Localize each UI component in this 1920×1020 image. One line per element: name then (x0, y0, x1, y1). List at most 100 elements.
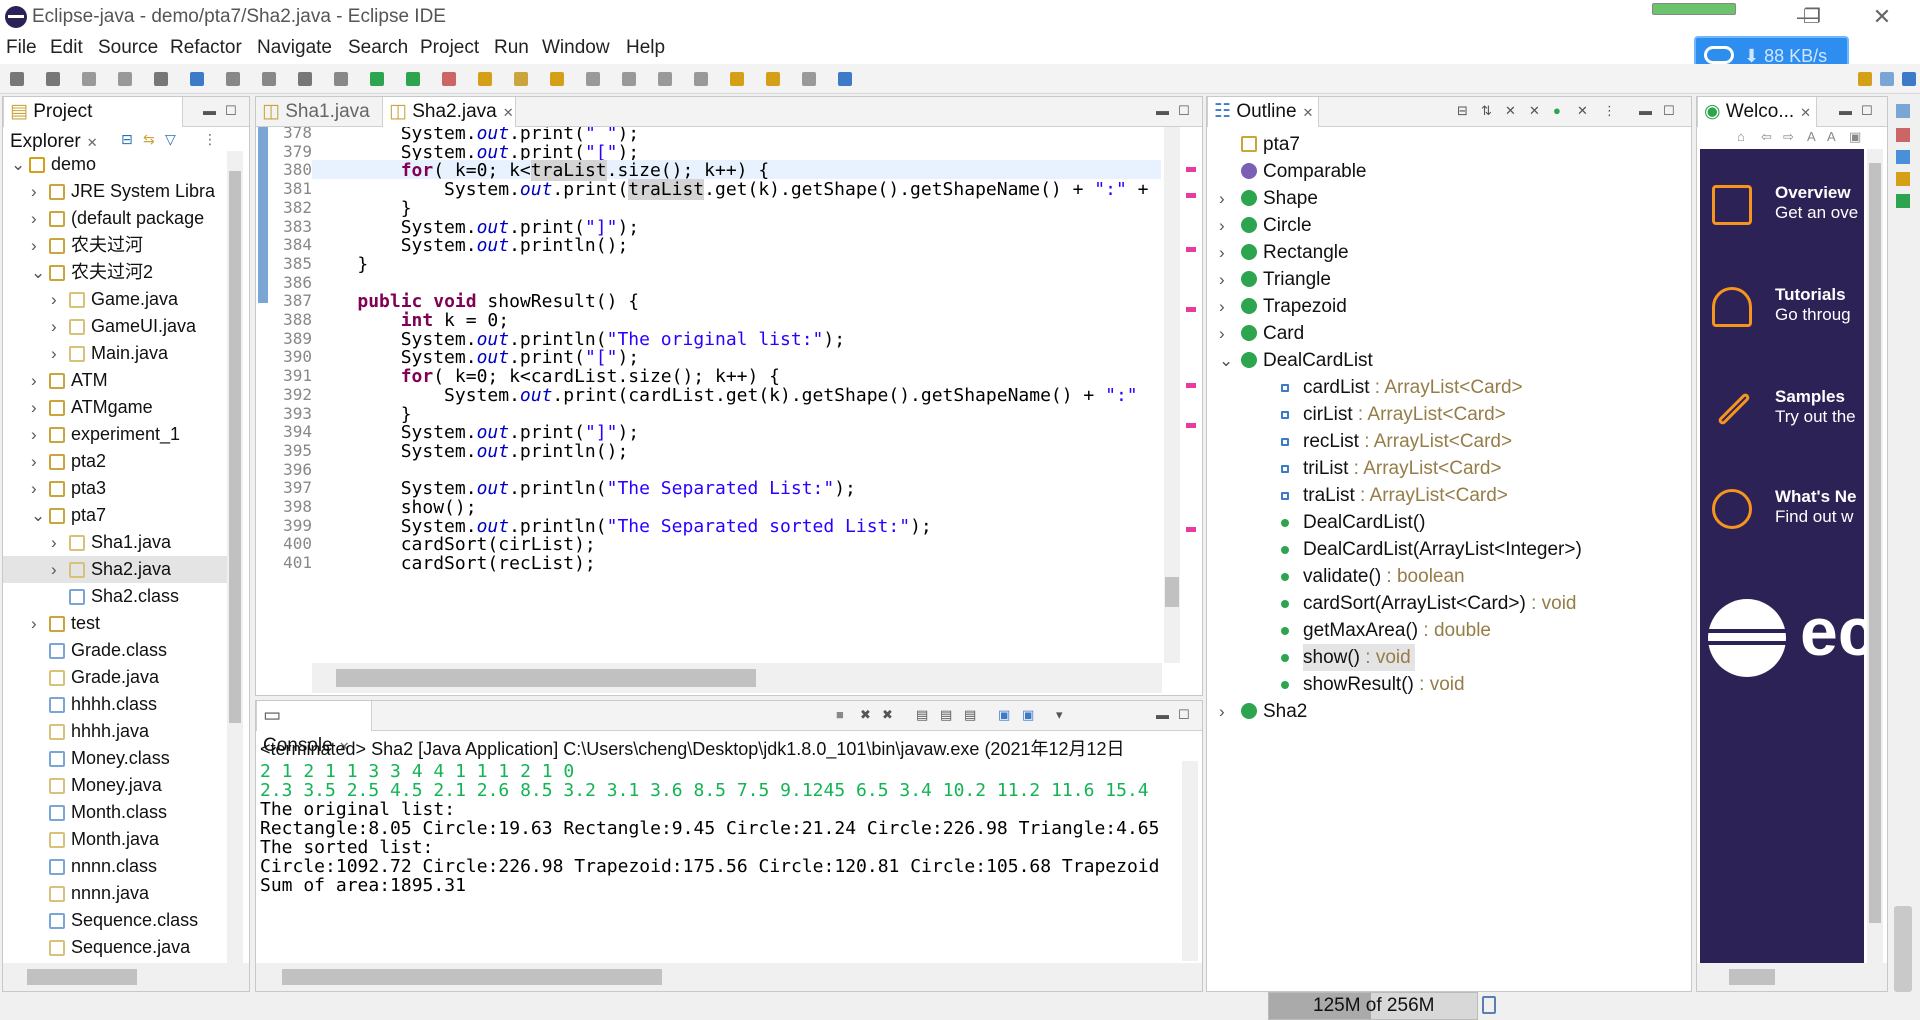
view-menu-icon[interactable]: ⋮ (1603, 103, 1616, 119)
chevron-right-icon[interactable]: › (31, 475, 37, 502)
chevron-right-icon[interactable]: › (31, 367, 37, 394)
close-icon[interactable]: ✕ (1303, 105, 1314, 120)
occurrence-marker[interactable] (1186, 247, 1196, 252)
terminate-icon[interactable]: ■ (836, 707, 844, 722)
minimize-view-icon[interactable]: ▬ (1156, 707, 1169, 722)
tree-item[interactable]: Sequence.class (3, 907, 227, 934)
chevron-right-icon[interactable]: › (1219, 266, 1225, 293)
chevron-right-icon[interactable]: › (31, 448, 37, 475)
explorer-vertical-scrollbar[interactable] (227, 151, 243, 963)
open-type-icon[interactable] (586, 72, 600, 86)
chevron-right-icon[interactable]: › (1219, 212, 1225, 239)
collapse-all-icon[interactable]: ⊟ (121, 131, 133, 148)
chevron-right-icon[interactable]: › (51, 313, 57, 340)
side-scrollbar[interactable] (1894, 906, 1912, 992)
scrollbar-thumb[interactable] (1729, 969, 1775, 985)
chevron-right-icon[interactable]: › (51, 286, 57, 313)
chevron-right-icon[interactable]: › (31, 232, 37, 259)
remove-launch-icon[interactable]: ✖ (860, 707, 871, 723)
welcome-vertical-scrollbar[interactable] (1867, 149, 1883, 963)
menu-item-refactor[interactable]: Refactor (170, 37, 242, 59)
last-edit-icon[interactable] (802, 72, 816, 86)
pin-console-icon[interactable]: ▣ (998, 707, 1010, 723)
chevron-right-icon[interactable]: › (51, 529, 57, 556)
forward-icon[interactable]: ⇨ (1783, 129, 1794, 145)
occurrence-marker[interactable] (1186, 383, 1196, 388)
home-icon[interactable]: ⌂ (1737, 129, 1745, 144)
tree-item[interactable]: › experiment_1 (3, 421, 227, 448)
editor-vertical-scrollbar[interactable] (1164, 127, 1180, 663)
chevron-right-icon[interactable]: › (1219, 239, 1225, 266)
menu-item-help[interactable]: Help (626, 37, 665, 59)
debug-icon[interactable] (298, 72, 312, 86)
scrollbar-thumb[interactable] (336, 669, 756, 687)
chevron-down-icon[interactable]: ⌄ (1219, 347, 1233, 374)
outline-item[interactable]: pta7 (1207, 131, 1687, 158)
chevron-right-icon[interactable]: › (31, 178, 37, 205)
tree-item[interactable]: Grade.java (3, 664, 227, 691)
tree-item[interactable]: › Sha1.java (3, 529, 227, 556)
tree-item[interactable]: › Game.java (3, 286, 227, 313)
menu-item-file[interactable]: File (6, 37, 37, 59)
search-icon[interactable] (622, 72, 636, 86)
welcome-item-title[interactable]: Samples (1775, 387, 1845, 407)
external-tools-icon[interactable] (478, 72, 492, 86)
menu-item-source[interactable]: Source (98, 37, 158, 59)
chevron-right-icon[interactable]: › (1219, 293, 1225, 320)
debug-perspective-icon[interactable] (1902, 72, 1916, 86)
chevron-right-icon[interactable]: › (31, 394, 37, 421)
maximize-icon[interactable]: ❐ (1790, 2, 1834, 32)
tree-item[interactable]: › ATMgame (3, 394, 227, 421)
outline-item[interactable]: DealCardList() (1207, 509, 1687, 536)
occurrence-marker[interactable] (1186, 307, 1196, 312)
outline-item[interactable]: DealCardList(ArrayList<Integer>) (1207, 536, 1687, 563)
save-all-icon[interactable] (118, 72, 132, 86)
chevron-down-icon[interactable]: ⌄ (31, 502, 45, 529)
code-line[interactable]: System.out.println(); (314, 441, 629, 462)
problems-icon[interactable] (1896, 128, 1910, 142)
filter-icon[interactable]: ▽ (165, 131, 176, 148)
outline-item[interactable]: › Circle (1207, 212, 1687, 239)
tree-item[interactable]: › pta3 (3, 475, 227, 502)
tab-console[interactable]: ▭ Console ✕ (256, 701, 372, 756)
tab-sha1-java[interactable]: ◫ Sha1.java (256, 97, 380, 127)
sort-icon[interactable]: ⇅ (1481, 103, 1492, 119)
restore-icon[interactable] (1896, 104, 1910, 118)
tree-item[interactable]: › (default package (3, 205, 227, 232)
word-wrap-icon[interactable]: ▤ (964, 707, 976, 723)
new-java-project-icon[interactable] (514, 72, 528, 86)
code-line[interactable]: System.out.print(cardList.get(k).getShap… (314, 385, 1138, 406)
chevron-right-icon[interactable]: › (1219, 185, 1225, 212)
outline-item[interactable]: › Sha2 (1207, 698, 1687, 725)
chevron-right-icon[interactable]: › (31, 421, 37, 448)
save-icon[interactable] (82, 72, 96, 86)
maximize-view-icon[interactable]: ☐ (225, 103, 237, 119)
code-line[interactable]: System.out.print(traList.get(k).getShape… (314, 179, 1148, 201)
declaration-icon[interactable] (1896, 172, 1910, 186)
tree-item[interactable]: › 农夫过河 (3, 232, 227, 259)
display-selected-icon[interactable]: ▣ (1022, 707, 1034, 723)
coverage-icon[interactable] (442, 72, 456, 86)
menu-item-search[interactable]: Search (348, 37, 408, 59)
open-perspective-icon[interactable] (1858, 72, 1872, 86)
close-window-button[interactable]: ✕ (1860, 2, 1904, 32)
tree-item[interactable]: › JRE System Libra (3, 178, 227, 205)
next-annotation-icon[interactable] (658, 72, 672, 86)
outline-item[interactable]: getMaxArea() : double (1207, 617, 1687, 644)
tree-item[interactable]: Money.java (3, 772, 227, 799)
close-icon[interactable]: ✕ (503, 105, 514, 120)
welcome-horizontal-scrollbar[interactable] (1697, 963, 1887, 991)
tree-item[interactable]: › ATM (3, 367, 227, 394)
hide-static-icon[interactable]: ✕ (1529, 103, 1540, 119)
close-icon[interactable]: ✕ (1800, 105, 1811, 120)
hide-local-types-icon[interactable]: ✕ (1577, 103, 1588, 119)
maximize-view-icon[interactable]: ☐ (1178, 707, 1190, 723)
outline-item[interactable]: cirList : ArrayList<Card> (1207, 401, 1687, 428)
heap-status[interactable]: 125M of 256M (1268, 992, 1478, 1020)
outline-item[interactable]: › Trapezoid (1207, 293, 1687, 320)
outline-item[interactable]: › Shape (1207, 185, 1687, 212)
minimize-view-icon[interactable]: ▬ (1839, 103, 1852, 118)
outline-item[interactable]: triList : ArrayList<Card> (1207, 455, 1687, 482)
tree-item[interactable]: › GameUI.java (3, 313, 227, 340)
clear-console-icon[interactable]: ▤ (916, 707, 928, 723)
